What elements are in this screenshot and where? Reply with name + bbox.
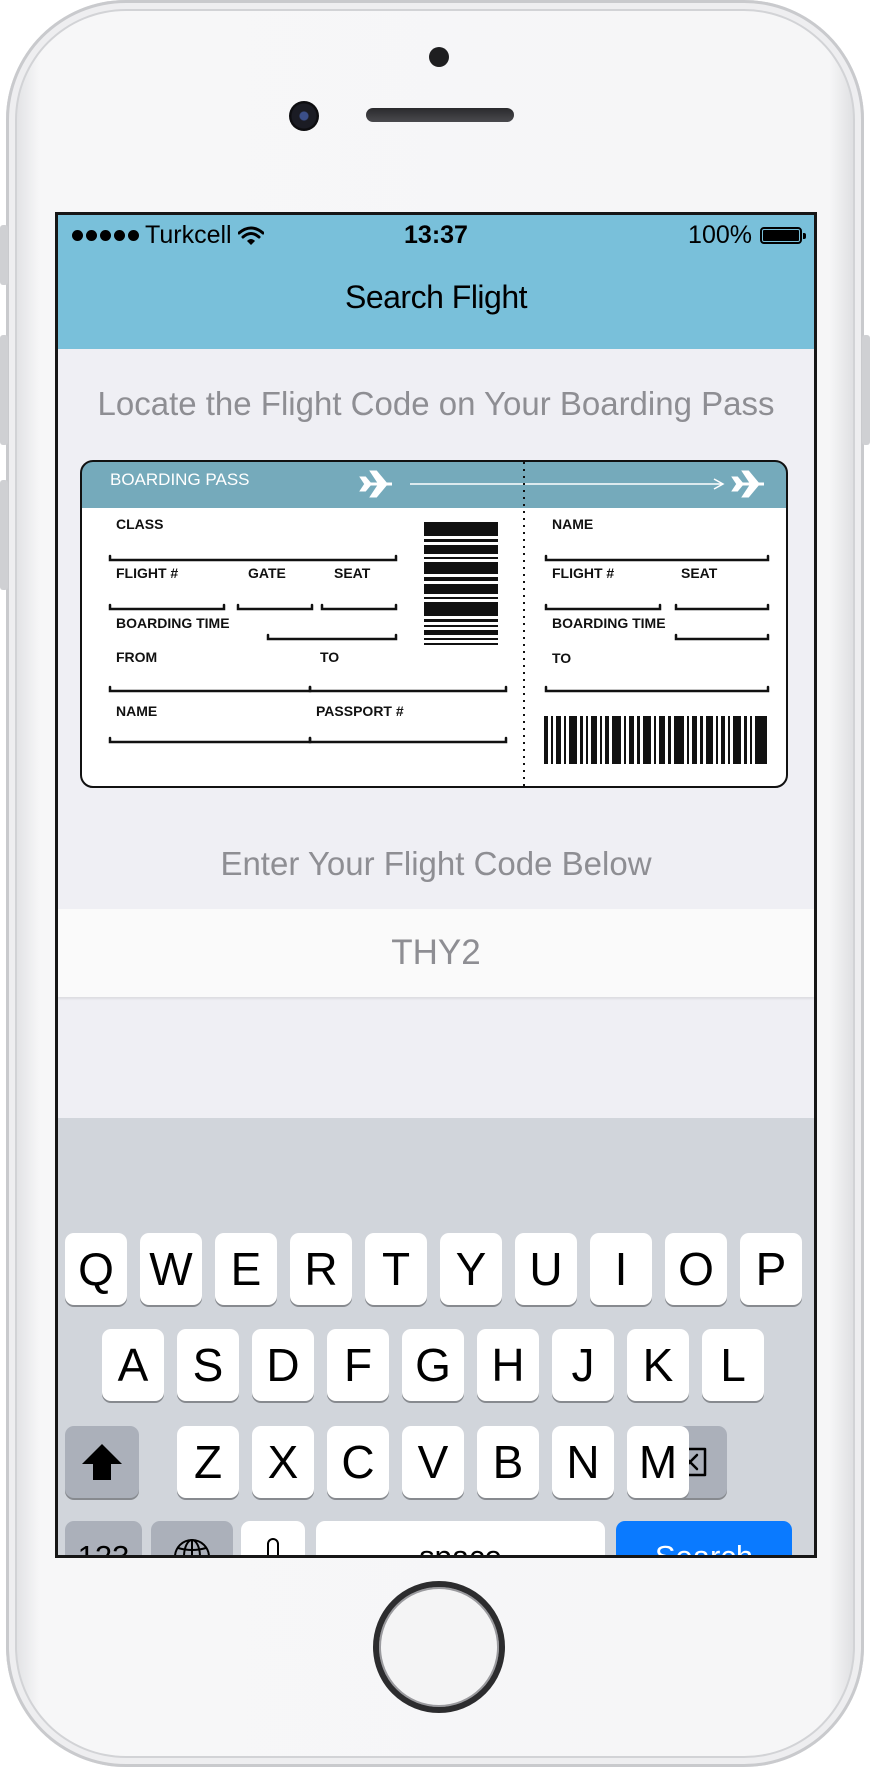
enter-instruction: Enter Your Flight Code Below: [220, 845, 652, 882]
search-key[interactable]: Search: [616, 1521, 792, 1555]
key-n[interactable]: N: [552, 1426, 614, 1498]
key-s[interactable]: S: [177, 1329, 239, 1401]
keyboard: 123 space Search QWERTYUIOP ASDF G H J K …: [58, 1118, 814, 1555]
key-d[interactable]: D: [252, 1329, 314, 1401]
power-button: [862, 335, 870, 445]
status-bar: Turkcell 13:37 100%: [58, 215, 814, 257]
label-from: FROM: [116, 649, 157, 665]
globe-icon: [174, 1539, 210, 1555]
stub-label-flight: FLIGHT #: [552, 565, 614, 581]
battery-percent: 100%: [688, 221, 752, 249]
key-y[interactable]: Y: [440, 1233, 502, 1305]
label-to: TO: [320, 649, 339, 665]
label-gate: GATE: [248, 565, 286, 581]
flight-code-input[interactable]: THY2: [58, 909, 814, 997]
key-f[interactable]: F: [327, 1329, 389, 1401]
dictation-key[interactable]: [241, 1521, 305, 1555]
key-t[interactable]: T: [365, 1233, 427, 1305]
key-i[interactable]: I: [590, 1233, 652, 1305]
stub-label-boarding-time: BOARDING TIME: [552, 615, 666, 631]
stub-label-seat: SEAT: [681, 565, 718, 581]
key-h[interactable]: H: [477, 1329, 539, 1401]
locate-instruction: Locate the Flight Code on Your Boarding …: [97, 385, 775, 422]
app-screen: Turkcell 13:37 100% Search Flight Locate…: [55, 212, 817, 1558]
key-r[interactable]: R: [290, 1233, 352, 1305]
label-name: NAME: [116, 703, 157, 719]
key-g[interactable]: G: [402, 1329, 464, 1401]
key-a[interactable]: A: [102, 1329, 164, 1401]
key-k[interactable]: K: [627, 1329, 689, 1401]
globe-key[interactable]: [151, 1521, 233, 1555]
key-p[interactable]: P: [740, 1233, 802, 1305]
key-u[interactable]: U: [515, 1233, 577, 1305]
stub-label-to: TO: [552, 650, 571, 666]
home-button[interactable]: [373, 1581, 505, 1713]
key-w[interactable]: W: [140, 1233, 202, 1305]
boarding-pass-header: BOARDING PASS: [110, 470, 250, 489]
label-class: CLASS: [116, 516, 163, 532]
key-b[interactable]: B: [477, 1426, 539, 1498]
key-q[interactable]: Q: [65, 1233, 127, 1305]
battery-icon: [760, 227, 806, 244]
volume-down-button: [0, 480, 8, 590]
earpiece-speaker: [366, 108, 514, 122]
key-z[interactable]: Z: [177, 1426, 239, 1498]
key-c[interactable]: C: [327, 1426, 389, 1498]
label-passport: PASSPORT #: [316, 703, 404, 719]
front-camera-icon: [289, 101, 319, 131]
boarding-pass-illustration: BOARDING PASS CLASS FLIGHT # GATE SEAT B…: [80, 460, 788, 788]
space-key[interactable]: space: [316, 1521, 605, 1555]
label-seat: SEAT: [334, 565, 371, 581]
label-flight: FLIGHT #: [116, 565, 178, 581]
page-title: Search Flight: [344, 279, 528, 315]
key-e[interactable]: E: [215, 1233, 277, 1305]
key-v[interactable]: V: [402, 1426, 464, 1498]
label-boarding-time: BOARDING TIME: [116, 615, 230, 631]
battery-info: 100%: [688, 221, 806, 250]
volume-up-button: [0, 335, 8, 445]
shift-key[interactable]: [65, 1426, 139, 1498]
shift-icon: [82, 1444, 122, 1480]
nav-bar: Search Flight: [58, 257, 814, 349]
mic-icon: [263, 1538, 283, 1555]
numbers-key[interactable]: 123: [65, 1521, 142, 1555]
key-l[interactable]: L: [702, 1329, 764, 1401]
key-o[interactable]: O: [665, 1233, 727, 1305]
key-x[interactable]: X: [252, 1426, 314, 1498]
key-j[interactable]: J: [552, 1329, 614, 1401]
proximity-sensor: [429, 47, 449, 67]
stub-label-name: NAME: [552, 516, 593, 532]
silent-switch: [0, 225, 8, 285]
key-m[interactable]: M: [627, 1426, 689, 1498]
